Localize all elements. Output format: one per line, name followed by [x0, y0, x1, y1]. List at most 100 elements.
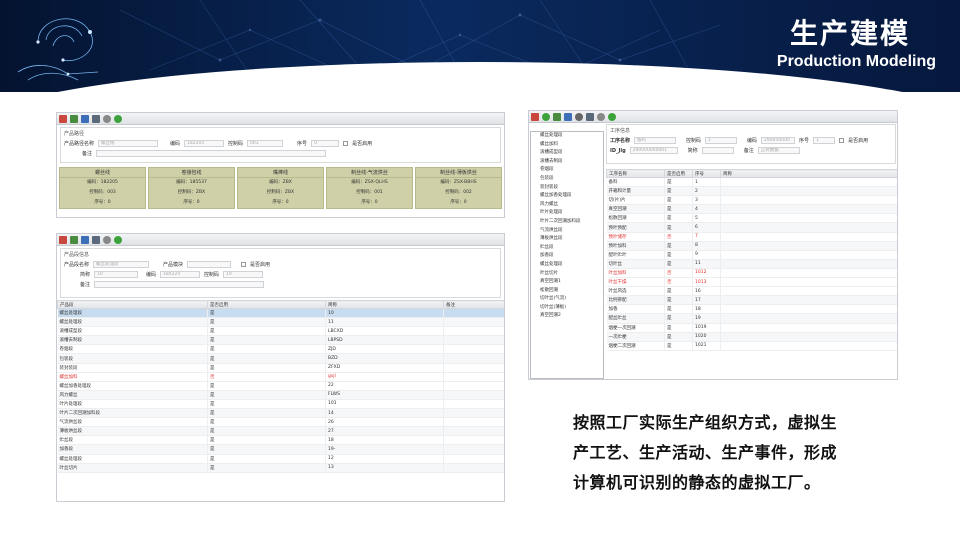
- column-header[interactable]: 简称: [325, 300, 444, 309]
- sequence-input[interactable]: 0: [311, 140, 340, 147]
- tree-item[interactable]: 包装段: [531, 175, 603, 184]
- add-icon[interactable]: [542, 112, 550, 121]
- tree-item[interactable]: 滚槽成型段: [531, 149, 603, 158]
- path-card[interactable]: 卷接包线 编码：185537 控制码：ZBX 序号：0: [148, 167, 235, 209]
- table-row[interactable]: 烟梗二次回潮是 1021: [606, 341, 897, 351]
- table-row[interactable]: 一次贮梗是 1020: [606, 332, 897, 342]
- column-header[interactable]: 备注: [443, 300, 504, 309]
- table-row[interactable]: 贮丝段是 18: [57, 435, 504, 446]
- delete-icon[interactable]: [81, 114, 89, 123]
- table-row[interactable]: 滚槽成型段是 LBCXD: [57, 326, 504, 337]
- table-row[interactable]: 切叶丝是 11: [606, 259, 897, 269]
- table-row[interactable]: 叶片处理段是 101: [57, 399, 504, 410]
- process-name-input[interactable]: 备料: [634, 137, 677, 144]
- table-row[interactable]: 叶丝干燥否 1013: [606, 277, 897, 288]
- cancel-icon[interactable]: [103, 114, 111, 123]
- table-row[interactable]: 备料是 1: [606, 177, 897, 188]
- enabled-checkbox[interactable]: [343, 141, 349, 146]
- module-select[interactable]: [187, 261, 232, 268]
- table-row[interactable]: 预叶加料是 8: [606, 241, 897, 251]
- table-row[interactable]: 滚槽去制段是 LBPSD: [57, 335, 504, 346]
- refresh-icon[interactable]: [608, 112, 616, 121]
- table-row[interactable]: 螺丝加香处理段是 22: [57, 381, 504, 391]
- table-row[interactable]: 配叶贮叶是 9: [606, 250, 897, 260]
- edit-icon[interactable]: [70, 235, 78, 244]
- table-row[interactable]: 比例掺配是 17: [606, 295, 897, 306]
- close-icon[interactable]: [575, 112, 583, 121]
- tree-item[interactable]: 螺丝加料: [531, 141, 603, 150]
- cancel-icon[interactable]: [597, 112, 605, 121]
- tree-item[interactable]: 薄板烘丝段: [531, 235, 603, 244]
- path-name-input[interactable]: 螺丝线: [98, 140, 159, 147]
- save-icon[interactable]: [92, 114, 100, 123]
- code-input[interactable]: 184224: [160, 271, 201, 278]
- table-row[interactable]: 预叶储存否 7: [606, 232, 897, 242]
- tree-item[interactable]: 滚槽去制段: [531, 158, 603, 167]
- cancel-icon[interactable]: [103, 235, 111, 244]
- tree-item[interactable]: 叶片二次回潮加料段: [531, 218, 603, 227]
- tree-item[interactable]: 加香段: [531, 252, 603, 261]
- segment-name-input[interactable]: 螺丝处理段: [93, 261, 150, 268]
- new-icon[interactable]: [531, 112, 539, 121]
- remark-input[interactable]: [96, 150, 327, 157]
- table-row[interactable]: 包装段是 BZD: [57, 353, 504, 364]
- tree-item[interactable]: 叶丝切片: [531, 270, 603, 279]
- table-row[interactable]: 叶丝切片是 13: [57, 463, 504, 473]
- tree-item[interactable]: 切叶丝(气流): [531, 295, 603, 304]
- column-header[interactable]: 产品段: [57, 300, 208, 309]
- table-row[interactable]: 叶片二次回潮加料段是 14: [57, 408, 504, 419]
- table-row[interactable]: 松散回潮是 5: [606, 213, 897, 224]
- code-input[interactable]: 290050000: [761, 137, 796, 144]
- table-row[interactable]: 加香段是 19-: [57, 444, 504, 455]
- code-input[interactable]: 182205: [184, 140, 225, 147]
- table-row[interactable]: 预叶预配是 6: [606, 222, 897, 233]
- table-row[interactable]: 薄板烘丝段是 27: [57, 426, 504, 437]
- table-row[interactable]: 卷烟段是 ZJD: [57, 344, 504, 355]
- table-row[interactable]: 装封装段是 ZFXD: [57, 363, 504, 373]
- tree-item[interactable]: 卷烟段: [531, 166, 603, 175]
- tree-item[interactable]: 真空回潮1: [531, 278, 603, 287]
- refresh-icon[interactable]: [114, 235, 122, 244]
- table-row[interactable]: 配丝贮丝是 19: [606, 313, 897, 324]
- short-name-input[interactable]: [701, 147, 734, 154]
- control-code-input[interactable]: 003: [247, 140, 284, 147]
- short-name-input[interactable]: 10: [94, 271, 139, 278]
- remark-input[interactable]: [94, 281, 265, 288]
- tree-item[interactable]: 螺丝处理段: [531, 261, 603, 270]
- edit-icon[interactable]: [553, 112, 561, 121]
- delete-icon[interactable]: [81, 235, 89, 244]
- path-card[interactable]: 制丝线-气流烘丝 编码：ZSX-QLHS 控制码：001 序号：0: [326, 167, 413, 209]
- path-card[interactable]: 嘴棒线 编码：ZBX 控制码：ZBX 序号：0: [237, 167, 324, 209]
- save-icon[interactable]: [92, 235, 100, 244]
- new-icon[interactable]: [59, 114, 67, 123]
- tree-item[interactable]: 松散回潮: [531, 287, 603, 296]
- table-row[interactable]: 气流烘丝段是 26: [57, 417, 504, 428]
- tree-item[interactable]: 气流烘丝段: [531, 227, 603, 236]
- new-icon[interactable]: [59, 235, 67, 244]
- column-header[interactable]: 是否启用: [664, 169, 693, 178]
- table-row[interactable]: 螺丝处理段是 12: [57, 454, 504, 464]
- table-row[interactable]: 风力螺丝是 FLWS: [57, 390, 504, 400]
- table-row[interactable]: 螺丝处理段是 10: [57, 308, 504, 319]
- control-code-input[interactable]: 1: [705, 137, 738, 144]
- table-row[interactable]: 螺丝处理段是 11: [57, 317, 504, 328]
- enabled-checkbox[interactable]: [839, 138, 845, 143]
- table-row[interactable]: 切(片)片是 3: [606, 195, 897, 206]
- path-card[interactable]: 制丝线-薄板烘丝 编码：ZSX-BBHS 控制码：002 序号：0: [415, 167, 502, 209]
- tree-item[interactable]: 螺丝处理段: [531, 132, 603, 141]
- tree-item[interactable]: 螺丝加香处理段: [531, 192, 603, 201]
- tree-item[interactable]: 叶片处理段: [531, 209, 603, 218]
- table-row[interactable]: 开箱和计量是 2: [606, 186, 897, 197]
- tree-item[interactable]: 装封装段: [531, 184, 603, 193]
- tree-item[interactable]: 贮丝段: [531, 244, 603, 253]
- table-row[interactable]: 螺丝加料否 gsjl: [57, 372, 504, 382]
- id-input[interactable]: 290000000001: [629, 147, 678, 154]
- edit-icon[interactable]: [70, 114, 78, 123]
- sequence-input[interactable]: 1: [813, 137, 836, 144]
- column-header[interactable]: 简称: [720, 169, 897, 178]
- tree-item[interactable]: 真空回潮2: [531, 312, 603, 321]
- delete-icon[interactable]: [564, 112, 572, 121]
- control-code-input[interactable]: 10: [223, 271, 264, 278]
- tree-item[interactable]: 风力螺丝: [531, 201, 603, 210]
- table-row[interactable]: 叶丝加料否 1012: [606, 268, 897, 279]
